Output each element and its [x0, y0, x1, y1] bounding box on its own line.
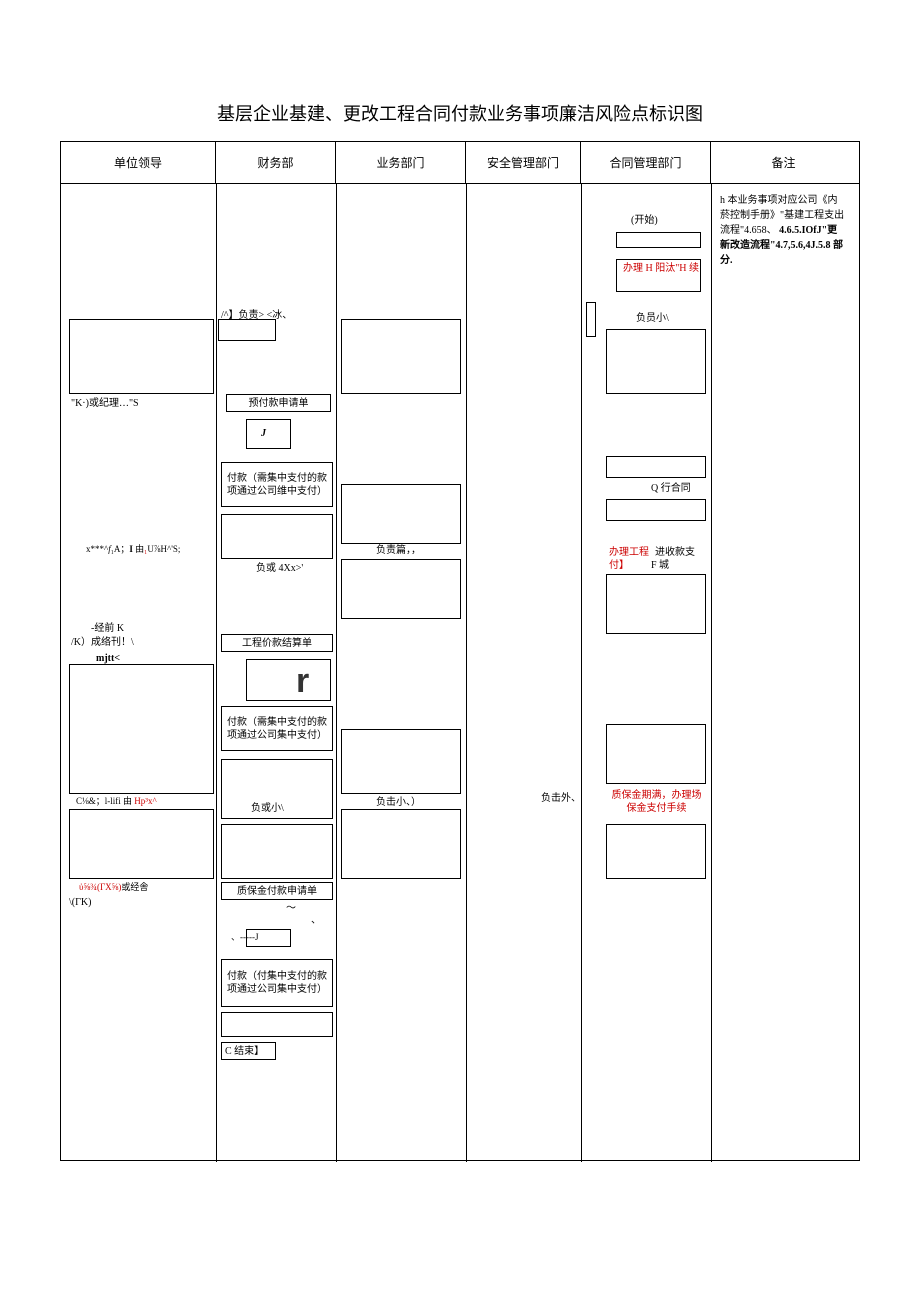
box-r3-c2 — [221, 514, 333, 559]
fu-bracket: 付】 — [609, 559, 629, 572]
header-col2: 财务部 — [216, 142, 336, 183]
settlement-box: 工程价款结算单 — [221, 634, 333, 652]
start-node: (开始) — [631, 214, 658, 227]
lanes-area: h 本业务事项对应公司《内菸控制手册》"基建工程支出流程"4.658、 4.6.… — [61, 184, 859, 1162]
jin-shou: 进收款支 — [655, 546, 695, 559]
fu-xiao: 负或小\ — [251, 802, 284, 815]
lane-div-4 — [581, 184, 582, 1162]
box-r6-c2 — [221, 824, 333, 879]
q-contract: Q 行合同 — [651, 482, 691, 495]
fuji-xiao: 负击小、） — [376, 796, 421, 809]
fu-4x: 负或 4Xx>' — [256, 562, 303, 575]
page-title: 基层企业基建、更改工程合同付款业务事项廉洁风险点标识图 — [60, 100, 860, 126]
box-r6-c5 — [606, 824, 706, 879]
fuji-wai: 负击外、 — [541, 792, 581, 805]
box-r6-c1 — [69, 809, 214, 879]
pay3-box: 付款（付集中支付的款项通过公司集中支付） — [221, 959, 333, 1007]
lane-div-3 — [466, 184, 467, 1162]
header-col3: 业务部门 — [336, 142, 466, 183]
fuyuan-text: 负员小\ — [636, 312, 669, 325]
header-col4: 安全管理部门 — [466, 142, 581, 183]
j-char: J — [261, 427, 266, 440]
xf-line: x***^f₁A；I 由₁U⅞H^'S; — [86, 544, 180, 556]
fuze-pian: 负责篇，， — [376, 544, 421, 557]
prepay-apply-box: 预付款申请单 — [226, 394, 331, 412]
jingqian: -经前 K — [91, 622, 124, 635]
box-r3-c3 — [341, 559, 461, 619]
box-r6-c3 — [341, 809, 461, 879]
box-r1-c2 — [218, 319, 276, 341]
baojin-apply-box: 质保金付款申请单 — [221, 882, 333, 900]
box-r7-c2 — [221, 1012, 333, 1037]
lane-div-2 — [336, 184, 337, 1162]
tilde2: 、 — [311, 914, 321, 927]
pay1-box: 付款（需集中支付的款项通过公司维中支付） — [221, 462, 333, 507]
header-row: 单位领导 财务部 业务部门 安全管理部门 合同管理部门 备注 — [61, 142, 859, 184]
lambda-line: ὐ⅝¾(ΓX⅝)或经舎 — [79, 882, 148, 894]
box-r5-c5 — [606, 724, 706, 784]
lane-div-5 — [711, 184, 712, 1162]
c-hifi: C⅛&；l-lifi 由 Hp³x^ — [76, 796, 157, 808]
header-col1: 单位领导 — [61, 142, 216, 183]
j-box — [246, 419, 291, 449]
box-r5-c3 — [341, 729, 461, 794]
k-cheng: /K）成络刊！\ — [71, 636, 134, 649]
header-col6: 备注 — [711, 142, 856, 183]
baojin-text: 质保金期满，办理场保金支付手续 — [609, 789, 704, 815]
swimlane-chart: 单位领导 财务部 业务部门 安全管理部门 合同管理部门 备注 h 本业务事项对应… — [60, 141, 860, 1161]
lane-div-1 — [216, 184, 217, 1162]
arrow-j: 、-----J — [231, 932, 259, 944]
box-r2-c5b — [606, 499, 706, 521]
box-r4-c1 — [69, 664, 214, 794]
handle-proj: 办理工程 — [609, 546, 649, 559]
kj-or-text: "K·)或纪理…"S — [71, 397, 139, 410]
gamma-k: \(ΓK) — [69, 896, 91, 909]
end-box: C 结束】 — [221, 1042, 276, 1060]
box-r2-c5a — [606, 456, 706, 478]
tilde1: ～ — [286, 902, 296, 915]
r-box — [246, 659, 331, 701]
notes-text: h 本业务事项对应公司《内菸控制手册》"基建工程支出流程"4.658、 4.6.… — [716, 189, 851, 272]
f-cheng: F 城 — [651, 559, 669, 572]
box-r1-c1 — [69, 319, 214, 394]
pay2-box: 付款（需集中支付的款项通过公司集中支付） — [221, 706, 333, 751]
r-char: r — [296, 659, 309, 703]
box-r3-c5 — [606, 574, 706, 634]
header-col5: 合同管理部门 — [581, 142, 711, 183]
box-r1-c5b — [606, 329, 706, 394]
handle-h-text: 办理 H 阳汰"H 续 — [621, 262, 701, 275]
box-r1-c3 — [341, 319, 461, 394]
start-box — [616, 232, 701, 248]
box-r2-c3 — [341, 484, 461, 544]
box-r1-c5 — [586, 302, 596, 337]
